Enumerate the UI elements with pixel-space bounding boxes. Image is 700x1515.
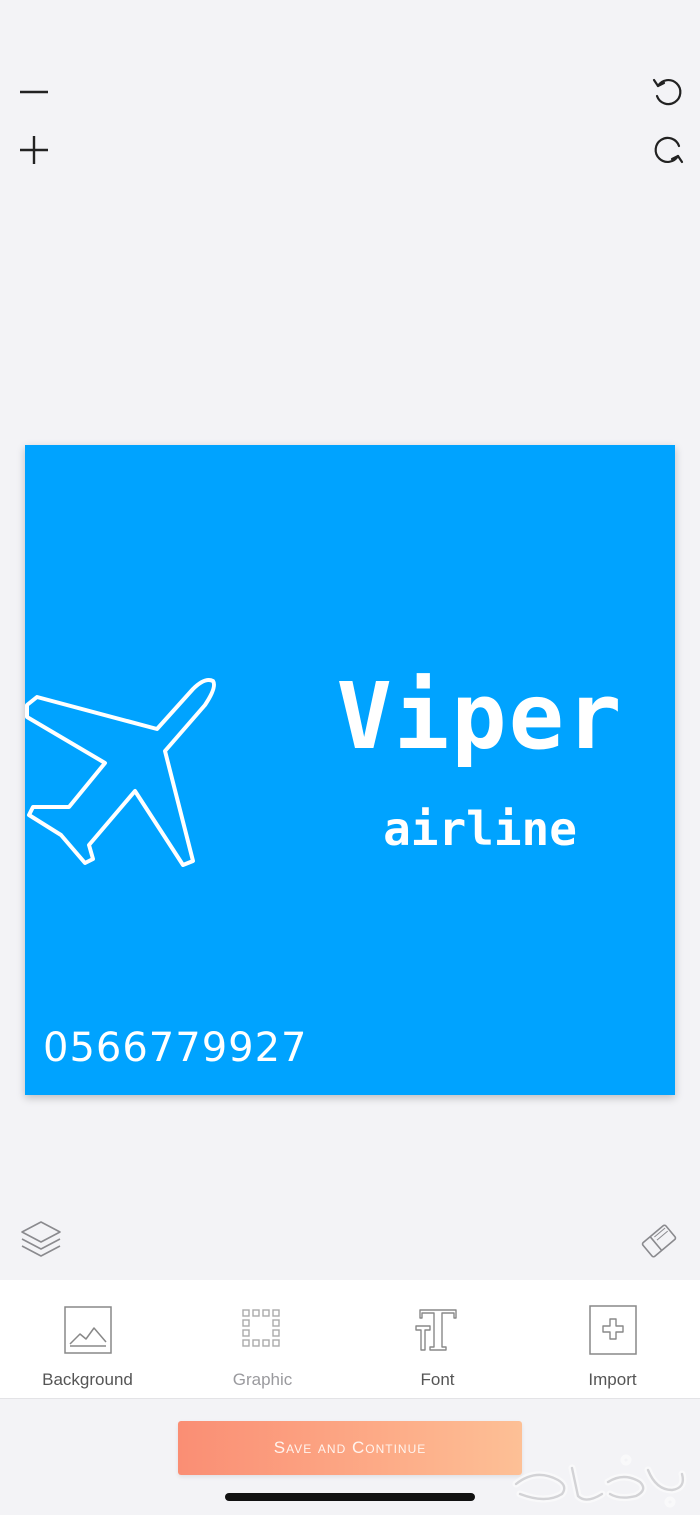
redo-icon <box>654 136 684 164</box>
image-icon <box>63 1306 112 1354</box>
zoom-in-button[interactable] <box>12 130 52 170</box>
toolbar-graphic-button[interactable]: Graphic <box>175 1280 350 1398</box>
toolbar-graphic-label: Graphic <box>232 1370 293 1389</box>
toolbar-import-label: Import <box>588 1370 637 1389</box>
eraser-icon <box>641 1224 677 1258</box>
add-image-icon <box>588 1305 637 1355</box>
layers-button[interactable] <box>18 1218 64 1264</box>
toolbar-background-button[interactable]: Background <box>0 1280 175 1398</box>
canvas-phone-text[interactable]: 0566779927 <box>43 1022 308 1074</box>
canvas-subtitle-text[interactable]: airline <box>325 801 635 857</box>
plus-icon <box>20 136 48 164</box>
toolbar-font-button[interactable]: Font <box>350 1280 525 1398</box>
canvas-title-text[interactable]: Viper <box>325 667 635 767</box>
airplane-icon[interactable] <box>25 675 225 870</box>
bottom-toolbar: Background Graphic Font Import <box>0 1280 700 1399</box>
home-indicator <box>225 1493 475 1501</box>
minus-icon <box>20 90 48 94</box>
undo-button[interactable] <box>648 72 688 112</box>
undo-icon <box>652 78 682 106</box>
text-icon <box>414 1309 457 1351</box>
toolbar-font-label: Font <box>420 1370 455 1389</box>
dotted-square-icon <box>241 1309 280 1347</box>
zoom-out-button[interactable] <box>12 72 52 112</box>
save-and-continue-button[interactable]: Save and Continue <box>178 1421 522 1475</box>
watermark-logo <box>512 1454 687 1508</box>
redo-button[interactable] <box>648 130 688 170</box>
design-canvas[interactable]: Viper airline 0566779927 <box>25 445 675 1095</box>
toolbar-background-label: Background <box>42 1370 133 1389</box>
layers-icon <box>21 1221 61 1257</box>
eraser-button[interactable] <box>636 1218 682 1264</box>
toolbar-import-button[interactable]: Import <box>525 1280 700 1398</box>
